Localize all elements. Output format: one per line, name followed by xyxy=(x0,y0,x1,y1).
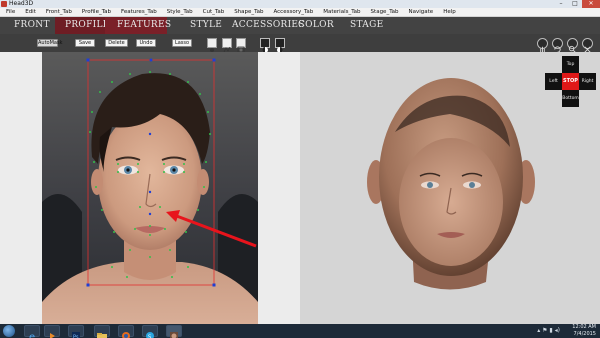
menu-materials-tab[interactable]: Materials_Tab xyxy=(323,9,360,15)
image-view-icon[interactable] xyxy=(236,38,246,54)
svg-text:e: e xyxy=(29,332,35,338)
lasso-button[interactable]: Lasso xyxy=(172,39,192,47)
delete-button[interactable]: Delete xyxy=(105,39,128,47)
app-icon xyxy=(1,1,7,7)
head3d-taskbar-icon[interactable] xyxy=(166,325,182,338)
menu-stage-tab[interactable]: Stage_Tab xyxy=(371,9,399,15)
nav-bottom-button[interactable]: Bottom xyxy=(562,90,579,107)
title-bar: Head3D – □ ✕ xyxy=(0,0,600,8)
menu-shape-tab[interactable]: Shape_Tab xyxy=(234,9,263,15)
tab-front[interactable]: Front xyxy=(14,17,50,34)
reset-view-icon[interactable] xyxy=(582,38,593,53)
contrast-left-icon[interactable] xyxy=(260,38,270,53)
tab-accessories[interactable]: Accessories xyxy=(232,17,305,34)
tab-color[interactable]: Color xyxy=(298,17,334,34)
menu-features-tab[interactable]: Features_Tab xyxy=(121,9,157,15)
nav-stop-button[interactable]: STOP xyxy=(562,73,579,90)
window-title: Head3D xyxy=(9,0,34,7)
mesh-view-icon[interactable] xyxy=(222,38,232,53)
nav-top-button[interactable]: Top xyxy=(562,56,579,73)
skype-icon[interactable]: S xyxy=(142,325,158,338)
menu-navigate[interactable]: Navigate xyxy=(409,9,434,15)
menu-help[interactable]: Help xyxy=(443,9,456,15)
ie-icon[interactable]: e xyxy=(24,325,40,338)
tab-features[interactable]: Features xyxy=(105,17,171,34)
svg-text:Ps: Ps xyxy=(73,335,79,338)
toolbar: AutoMask Save Delete Undo Lasso xyxy=(0,34,600,54)
svg-text:S: S xyxy=(148,335,151,338)
nav-left-button[interactable]: Left xyxy=(545,73,562,90)
source-photo[interactable] xyxy=(42,52,258,324)
view-navigation-control: Top Left STOP Right Bottom xyxy=(545,56,597,108)
main-tab-bar: Front Profile Features Style Accessories… xyxy=(0,17,600,34)
close-button[interactable]: ✕ xyxy=(582,0,600,8)
hand-pan-icon[interactable] xyxy=(537,38,548,53)
clock-time: 12:02 AM xyxy=(572,324,596,330)
automask-button[interactable]: AutoMask xyxy=(37,39,63,47)
points-view-icon[interactable] xyxy=(207,38,217,52)
tab-stage[interactable]: Stage xyxy=(350,17,383,34)
tab-style[interactable]: Style xyxy=(190,17,222,34)
folder-icon[interactable] xyxy=(94,325,110,338)
menu-bar: File Edit Front_Tab Profile_Tab Features… xyxy=(0,8,600,17)
menu-profile-tab[interactable]: Profile_Tab xyxy=(82,9,111,15)
tray-icons: ▴ ⚑ ▮ ◂) xyxy=(537,327,560,334)
start-button[interactable] xyxy=(3,325,15,337)
undo-button[interactable]: Undo xyxy=(136,39,156,47)
contrast-right-icon[interactable] xyxy=(275,38,285,53)
window-controls: – □ ✕ xyxy=(554,0,600,8)
3d-preview-viewport[interactable]: Top Left STOP Right Bottom xyxy=(300,52,600,324)
system-clock[interactable]: 12:02 AM 7/4/2015 xyxy=(572,324,596,338)
maximize-button[interactable]: □ xyxy=(568,0,582,8)
nav-right-button[interactable]: Right xyxy=(579,73,596,90)
photoshop-icon[interactable]: Ps xyxy=(68,325,84,338)
menu-front-tab[interactable]: Front_Tab xyxy=(46,9,72,15)
save-button[interactable]: Save xyxy=(75,39,95,47)
firefox-icon[interactable] xyxy=(118,325,134,338)
app-window: Head3D – □ ✕ File Edit Front_Tab Profile… xyxy=(0,0,600,338)
clock-date: 7/4/2015 xyxy=(573,331,596,337)
rotate-icon[interactable] xyxy=(552,38,563,53)
zoom-icon[interactable] xyxy=(567,38,578,54)
menu-accessory-tab[interactable]: Accessory_Tab xyxy=(273,9,313,15)
windows-taskbar: e Ps S ▴ ⚑ ▮ ◂) 12:02 AM 7/4/2015 xyxy=(0,324,600,338)
menu-file[interactable]: File xyxy=(6,9,15,15)
menu-style-tab[interactable]: Style_Tab xyxy=(167,9,193,15)
minimize-button[interactable]: – xyxy=(554,0,568,8)
menu-cut-tab[interactable]: Cut_Tab xyxy=(203,9,225,15)
tab-profile[interactable]: Profile xyxy=(55,17,109,34)
media-icon[interactable] xyxy=(44,325,60,338)
menu-edit[interactable]: Edit xyxy=(25,9,36,15)
